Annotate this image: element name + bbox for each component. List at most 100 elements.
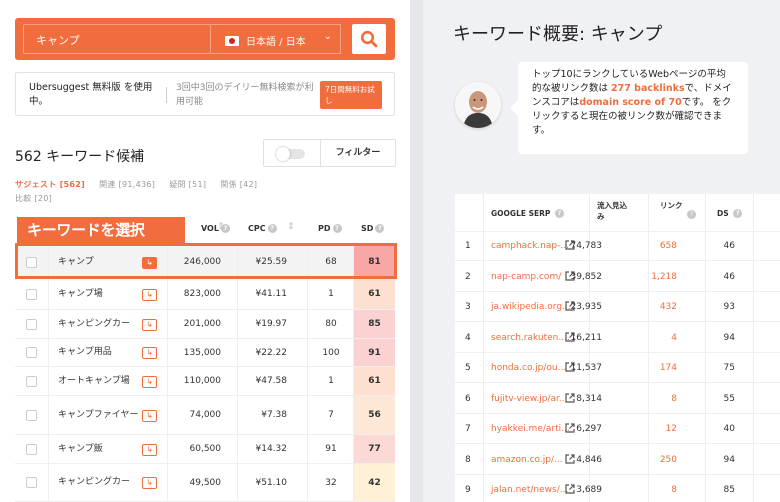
header-sd-label: SD [361,224,374,233]
keyword-text[interactable]: キャンピングカー [58,464,148,501]
row-checkbox[interactable] [26,409,37,421]
header-links-label: リンク [660,201,683,210]
header-traffic-label: 流入見込み [597,201,627,221]
tab-related[interactable]: 関連 [91,436] [99,178,155,192]
ds-value: 55 [723,393,735,404]
row-checkbox[interactable] [26,318,37,330]
pd-value: 1 [328,376,334,386]
tab-comparisons[interactable]: 比較 [20] [15,192,52,206]
arrow-go-icon[interactable]: ↳ [142,477,157,489]
links-value[interactable]: 4 [627,333,677,343]
table-row[interactable]: キャンプファイヤー ↳ 74,000 ¥7.38 7 56 [15,396,395,435]
cpc-value: ¥7.38 [261,410,287,420]
traffic-value: 4,846 [576,454,602,465]
filter-button[interactable]: フィルター [320,139,396,167]
volume-value: 110,000 [183,376,221,386]
sd-value: 42 [354,464,395,501]
table-row[interactable]: キャンピングカー ↳ 49,500 ¥51.10 32 42 [15,464,395,502]
row-checkbox[interactable] [26,477,37,488]
arrow-go-icon[interactable]: ↳ [142,375,157,388]
table-row[interactable]: キャンプ飯 ↳ 60,500 ¥14.32 91 77 [15,435,395,464]
rank-number: 1 [465,241,471,251]
pd-value: 80 [325,319,337,329]
pd-value: 1 [328,289,334,299]
keyword-text[interactable]: キャンピングカー [58,310,148,338]
language-label: 日本語 / 日本 [246,37,306,48]
row-checkbox[interactable] [26,347,37,358]
cpc-value: ¥14.32 [255,444,288,454]
rank-number: 4 [465,332,471,343]
sd-value: 91 [354,339,395,366]
row-checkbox[interactable] [26,256,37,268]
keyword-text[interactable]: キャンプ場 [58,279,148,309]
serp-row: 7 hyakkei.me/arti... 6,297 12 40 [455,415,780,444]
arrow-go-icon[interactable]: ↳ [142,318,157,331]
sd-value: 56 [354,396,395,434]
links-value[interactable]: 432 [627,302,677,312]
cpc-value: ¥41.11 [255,289,288,299]
header-vol[interactable]: VOL? [201,224,230,233]
keyword-text[interactable]: オートキャンプ場 [58,367,148,395]
domain-score-highlight: domain score of 70 [579,97,682,108]
keyword-input[interactable]: キャンプ [23,24,211,54]
header-cpc[interactable]: CPC? [248,224,277,233]
info-icon: ? [267,224,277,233]
table-row[interactable]: キャンプ場 ↳ 823,000 ¥41.11 1 61 [15,279,395,310]
pd-value: 91 [325,444,337,454]
links-value[interactable]: 12 [627,424,677,434]
ds-value: 46 [723,271,735,282]
cpc-value: ¥51.10 [255,477,288,488]
table-row[interactable]: キャンプ ↳ 246,000 ¥25.59 68 81 [15,246,395,279]
table-row[interactable]: キャンピングカー ↳ 201,000 ¥19.97 80 85 [15,310,395,339]
divider [166,87,167,103]
ds-value: 40 [723,424,735,434]
links-value[interactable]: 174 [627,363,677,373]
traffic-value: 8,314 [576,393,602,404]
keyword-text[interactable]: キャンプファイヤー [58,396,148,434]
arrow-go-icon[interactable]: ↳ [142,443,157,456]
arrow-go-icon[interactable]: ↳ [142,409,157,422]
serp-row: 6 fujitv-view.jp/ar... 8,314 8 55 [455,385,780,414]
sort-icon[interactable]: ⇕ [217,222,225,232]
cpc-value: ¥47.58 [255,376,288,386]
sd-value: 61 [354,367,395,395]
toggle-switch[interactable] [263,139,321,167]
header-links: リンク [660,200,684,211]
sd-value: 77 [354,435,395,463]
sd-value: 85 [354,310,395,338]
links-value[interactable]: 1,218 [627,272,677,282]
traffic-value: 16,211 [570,332,603,343]
arrow-go-icon[interactable]: ↳ [142,347,157,359]
free-trial-button[interactable]: 7日間無料お試し [320,81,382,109]
row-checkbox[interactable] [26,375,37,387]
row-checkbox[interactable] [26,443,37,455]
search-button[interactable] [352,24,386,54]
serp-row: 9 jalan.net/news/... 3,689 8 85 [455,476,780,502]
tab-questions[interactable]: 疑問 [51] [169,178,206,192]
rank-number: 5 [465,363,471,373]
rank-number: 6 [465,393,471,404]
table-row[interactable]: オートキャンプ場 ↳ 110,000 ¥47.58 1 61 [15,367,395,396]
keyword-text[interactable]: キャンプ飯 [58,435,148,463]
keyword-text[interactable]: キャンプ用品 [58,339,148,366]
tab-prepositions[interactable]: 関係 [42] [220,178,257,192]
language-select[interactable]: 日本語 / 日本 ⌄ [211,24,341,54]
links-value[interactable]: 250 [627,455,677,465]
table-row[interactable]: キャンプ用品 ↳ 135,000 ¥22.22 100 91 [15,339,395,367]
info-icon: ? [687,210,696,219]
links-value[interactable]: 8 [627,394,677,404]
row-checkbox[interactable] [26,288,37,300]
links-value[interactable]: 8 [627,485,677,495]
header-pd[interactable]: PD? [318,224,342,233]
arrow-go-icon[interactable]: ↳ [142,288,157,301]
flag-japan-icon [225,36,239,46]
column-divider [48,464,49,501]
ds-value: 75 [723,363,735,373]
tab-suggest[interactable]: サジェスト [562] [15,178,85,192]
sort-icon[interactable]: ⇕ [287,222,295,232]
info-icon: ? [332,224,342,233]
header-sd[interactable]: SD? [361,224,385,233]
keyword-text[interactable]: キャンプ [58,246,148,278]
links-value[interactable]: 658 [627,241,677,251]
arrow-go-icon[interactable]: ↳ [142,256,157,269]
